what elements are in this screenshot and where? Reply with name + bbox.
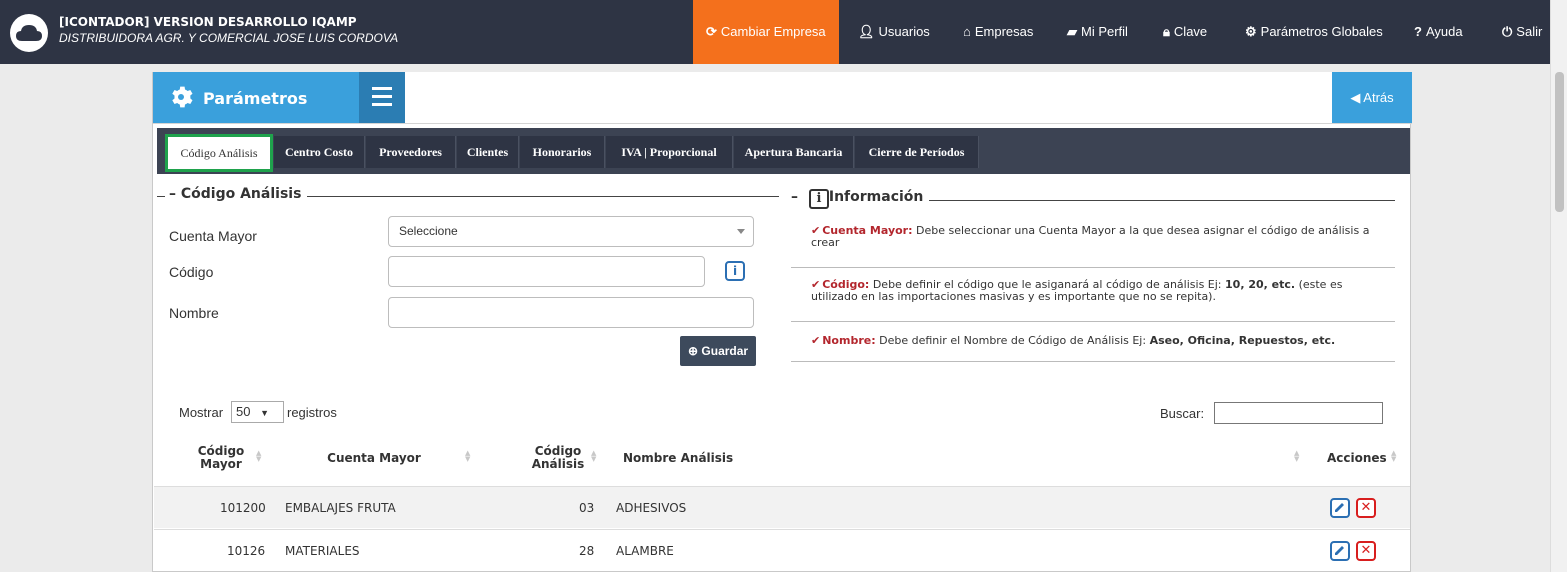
nav-ayuda[interactable]: ? Ayuda: [1414, 0, 1463, 64]
cuenta-mayor-label: Cuenta Mayor: [169, 228, 257, 244]
edit-pencil-icon[interactable]: [1330, 498, 1350, 518]
form-legend: – Código Análisis: [165, 186, 308, 202]
tab-proveedores[interactable]: Proveedores: [366, 136, 456, 168]
nav-empresas[interactable]: ⌂ Empresas: [963, 0, 1033, 64]
info-circle-icon[interactable]: i: [725, 261, 745, 281]
tab-iva-proporcional[interactable]: IVA | Proporcional: [606, 136, 733, 168]
gear-icon: ⚙: [1245, 24, 1257, 39]
gear-icon: [172, 86, 193, 108]
cell-codigo-analisis: 03: [579, 501, 595, 515]
cell-codigo-mayor: 10126: [227, 544, 266, 558]
scrollbar-thumb[interactable]: [1555, 72, 1564, 212]
tab-apertura-bancaria[interactable]: Apertura Bancaria: [734, 136, 854, 168]
th-codigo-mayor[interactable]: Código Mayor: [191, 445, 251, 471]
edit-pencil-icon[interactable]: [1330, 541, 1350, 561]
th-nombre-analisis[interactable]: Nombre Análisis: [623, 452, 733, 465]
codigo-input[interactable]: [388, 256, 705, 287]
panel-title: Parámetros: [203, 89, 308, 108]
cell-cuenta-mayor: EMBALAJES FRUTA: [285, 501, 396, 515]
back-button[interactable]: ◀ Atrás: [1332, 72, 1412, 123]
panel-header: Parámetros ◀ Atrás: [153, 72, 1412, 124]
table-row: 10126 MATERIALES 28 ALAMBRE ✕: [154, 529, 1410, 571]
nav-usuarios[interactable]: 👤︎ Usuarios: [858, 0, 930, 64]
cell-codigo-mayor: 101200: [220, 501, 266, 515]
brand-title: [ICONTADOR] VERSION DESARROLLO IQAMP: [59, 15, 357, 29]
codigo-label: Código: [169, 264, 214, 280]
folder-icon: ▰: [1067, 24, 1077, 39]
th-cuenta-mayor[interactable]: Cuenta Mayor: [319, 452, 429, 465]
tab-codigo-analisis[interactable]: Código Análisis: [165, 134, 273, 172]
table-row: 101200 EMBALAJES FRUTA 03 ADHESIVOS ✕: [154, 486, 1410, 528]
cell-nombre-analisis: ALAMBRE: [616, 544, 674, 558]
menu-toggle-button[interactable]: [359, 72, 405, 123]
tab-centro-costo[interactable]: Centro Costo: [274, 136, 365, 168]
sort-icon: ▲ ▼: [256, 449, 262, 463]
show-suffix: registros: [287, 405, 337, 420]
page-length-select[interactable]: 50 ▼: [231, 401, 284, 423]
brand-subtitle: DISTRIBUIDORA AGR. Y COMERCIAL JOSE LUIS…: [59, 31, 399, 45]
info-item-codigo: ✔ Código: Debe definir el código que le a…: [791, 276, 1395, 322]
top-navbar: [ICONTADOR] VERSION DESARROLLO IQAMP DIS…: [0, 0, 1567, 64]
chevron-down-icon: ▼: [260, 408, 270, 418]
cell-codigo-analisis: 28: [579, 544, 595, 558]
delete-x-icon[interactable]: ✕: [1356, 498, 1376, 518]
delete-x-icon[interactable]: ✕: [1356, 541, 1376, 561]
power-icon: ⏻: [1502, 24, 1513, 39]
info-item-nombre: ✔ Nombre: Debe definir el Nombre de Códig…: [791, 332, 1395, 362]
tab-cierre-periodos[interactable]: Cierre de Períodos: [855, 136, 979, 168]
cloud-logo-icon[interactable]: [10, 14, 48, 52]
sort-icon: ▲ ▼: [1391, 449, 1397, 463]
sort-icon: ▲ ▼: [591, 449, 597, 463]
nav-salir[interactable]: ⏻ Salir: [1502, 0, 1542, 64]
cell-nombre-analisis: ADHESIVOS: [616, 501, 687, 515]
parametros-panel: Parámetros ◀ Atrás Código Análisis Centr…: [152, 72, 1412, 572]
nav-parametros-globales[interactable]: ⚙ Parámetros Globales: [1245, 0, 1383, 64]
th-codigo-analisis[interactable]: Código Análisis: [525, 445, 591, 471]
nombre-input[interactable]: [388, 297, 754, 328]
nav-cambiar-empresa[interactable]: ⟳ Cambiar Empresa: [693, 0, 839, 64]
tab-clientes[interactable]: Clientes: [457, 136, 519, 168]
nav-mi-perfil[interactable]: ▰ Mi Perfil: [1067, 0, 1128, 64]
check-icon: ✔: [811, 334, 821, 347]
panel-title-box: Parámetros: [153, 72, 359, 123]
sort-icon: ▲ ▼: [465, 449, 471, 463]
search-label: Buscar:: [1160, 406, 1205, 421]
nombre-label: Nombre: [169, 305, 219, 321]
tab-honorarios[interactable]: Honorarios: [520, 136, 605, 168]
user-icon: 👤︎: [858, 24, 875, 39]
page-scrollbar[interactable]: [1550, 0, 1567, 572]
info-item-cuenta-mayor: ✔ Cuenta Mayor: Debe seleccionar una Cuen…: [791, 222, 1395, 268]
nav-clave[interactable]: 🔒︎ Clave: [1163, 0, 1207, 64]
sort-icon: ▲ ▼: [1294, 449, 1300, 463]
th-acciones[interactable]: Acciones: [1327, 452, 1387, 465]
lock-icon: 🔒︎: [1163, 24, 1170, 39]
show-prefix: Mostrar: [179, 405, 224, 420]
cuenta-mayor-select[interactable]: Seleccione: [388, 216, 754, 247]
refresh-icon: ⟳: [706, 24, 717, 39]
chevron-down-icon: [737, 229, 745, 234]
search-input[interactable]: [1214, 402, 1383, 424]
cell-cuenta-mayor: MATERIALES: [285, 544, 360, 558]
arrow-left-circle-icon: ◀: [1350, 90, 1361, 105]
question-icon: ?: [1414, 24, 1422, 39]
plus-circle-icon: ⊕: [688, 344, 699, 358]
info-icon: i: [809, 189, 829, 209]
tab-bar: Código Análisis Centro Costo Proveedores…: [157, 128, 1410, 174]
guardar-button[interactable]: ⊕ Guardar: [680, 336, 757, 366]
home-icon: ⌂: [963, 24, 971, 39]
